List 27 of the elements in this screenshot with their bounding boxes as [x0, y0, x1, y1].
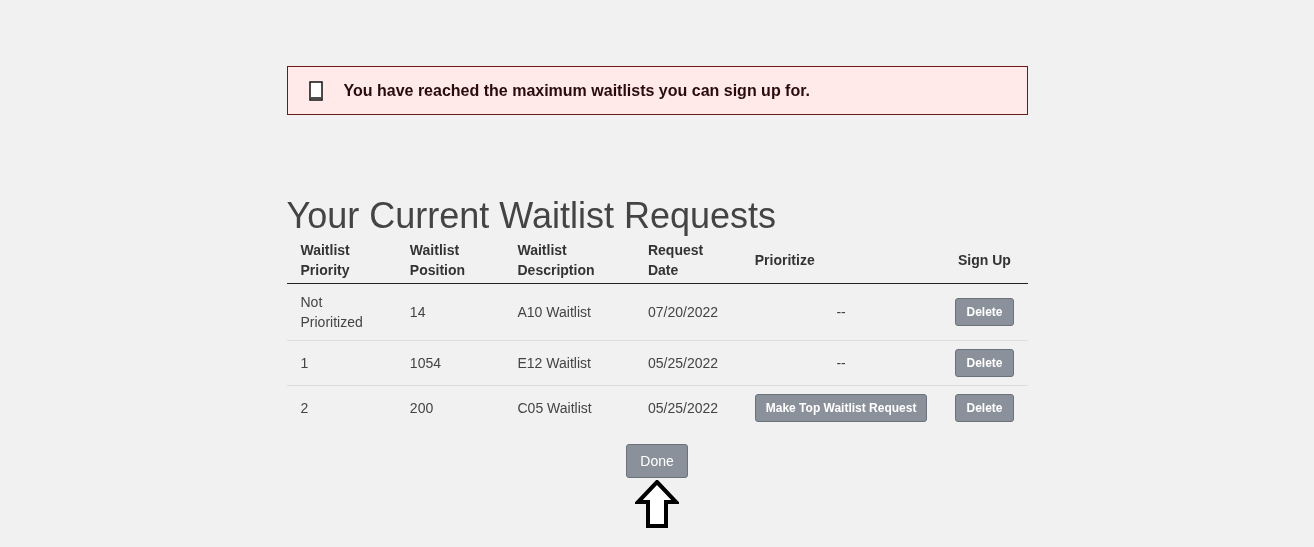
column-header: Prioritize	[740, 237, 942, 284]
column-header: Request Date	[633, 237, 741, 284]
delete-button[interactable]: Delete	[955, 394, 1014, 422]
delete-button[interactable]: Delete	[955, 298, 1014, 326]
table-cell: 2	[286, 385, 396, 430]
make-top-button[interactable]: Make Top Waitlist Request	[754, 394, 928, 422]
table-cell: C05 Waitlist	[503, 385, 634, 430]
table-cell: --	[740, 340, 942, 386]
alert-message: You have reached the maximum waitlists you can sign up for.	[343, 81, 810, 100]
table-cell: 05/25/2022	[633, 385, 741, 430]
delete-button[interactable]: Delete	[955, 349, 1014, 377]
table-cell: 07/20/2022	[633, 283, 741, 341]
table-cell: 05/25/2022	[633, 340, 741, 386]
table-cell: 14	[395, 283, 504, 341]
table-cell: 1054	[395, 340, 504, 386]
table-cell: Not Prioritized	[286, 283, 396, 341]
table-cell: A10 Waitlist	[503, 283, 634, 341]
table-cell: 200	[395, 385, 504, 430]
column-header: Waitlist Priority	[286, 237, 396, 284]
done-button[interactable]: Done	[626, 444, 688, 478]
table-cell: E12 Waitlist	[503, 340, 634, 386]
table-cell: 1	[286, 340, 396, 386]
column-header: Waitlist Position	[395, 237, 504, 284]
column-header: Waitlist Description	[503, 237, 634, 284]
page-heading: Your Current Waitlist Requests	[286, 195, 778, 237]
table-cell: --	[740, 283, 942, 341]
column-header: Sign Up	[941, 237, 1028, 284]
